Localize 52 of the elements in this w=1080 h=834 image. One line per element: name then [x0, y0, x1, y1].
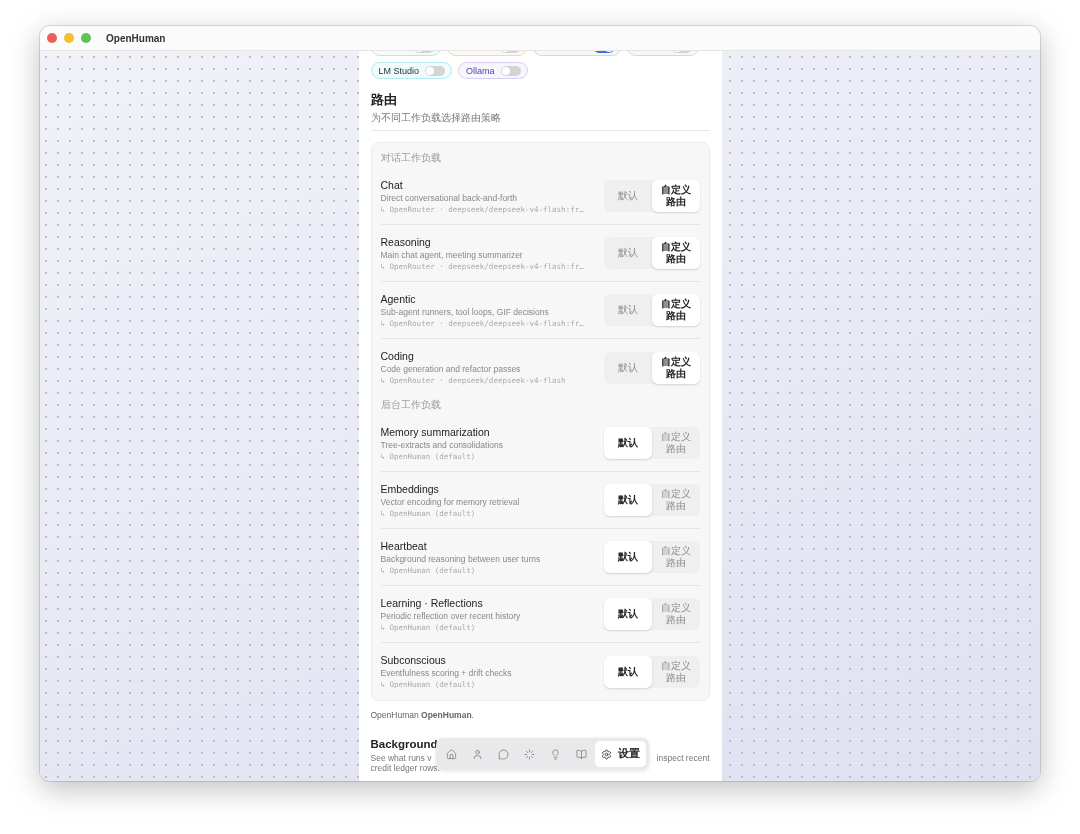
chat-bubble-icon [498, 748, 509, 760]
lightbulb-icon [550, 748, 561, 760]
route-mode-option[interactable]: 默认 [603, 598, 652, 630]
group-label: 对话工作负载 [380, 151, 442, 165]
route-mode-option[interactable]: 默认 [603, 484, 652, 516]
book-icon [576, 748, 587, 760]
section-subtitle: 为不同工作负载选择路由策略 [370, 111, 710, 131]
window-title: OpenHuman [106, 32, 166, 44]
workload-description: Direct conversational back-and-forth [380, 192, 519, 203]
workload-name: Subconscious [380, 654, 447, 666]
section-description: credit ledger rows. [370, 763, 440, 773]
routing-note: OpenHuman OpenHuman. [370, 710, 475, 720]
workload-name: Chat [380, 178, 404, 191]
workload-description: Sub-agent runners, tool loops, GIF decisions [380, 306, 550, 317]
provider-name: LM Studio [378, 65, 420, 76]
workload-name: Heartbeat [380, 539, 428, 552]
workload-name: Memory summarization [380, 425, 491, 438]
section-title: 路由 [370, 92, 398, 109]
workload-name: Learning · Reflections [380, 596, 484, 609]
route-mode-option[interactable]: 默认 [603, 655, 652, 688]
workload-name: Reasoning [380, 235, 432, 248]
settings-icon [601, 748, 612, 760]
route-mode-option[interactable]: 自定义路由 [651, 180, 700, 212]
close-button[interactable] [47, 33, 57, 43]
section-description: See what runs v [370, 753, 432, 763]
workload-description: Background reasoning between user turns [380, 553, 542, 564]
workload-description: Eventfulness scoring + drift checks [380, 668, 513, 678]
minimize-button[interactable] [64, 33, 74, 43]
workload-name: Agentic [380, 292, 417, 305]
route-mode-option[interactable]: 自定义路由 [651, 237, 700, 269]
user-icon [472, 748, 483, 760]
route-mode-option[interactable]: 默认 [603, 541, 652, 573]
workload-description: Code generation and refactor passes [380, 364, 522, 374]
toggle-switch[interactable] [425, 65, 446, 76]
zoom-button[interactable] [81, 33, 91, 43]
workload-description: Tree-extracts and consolidations [380, 439, 505, 450]
section-title: Background [370, 738, 438, 750]
workload-description: Vector encoding for memory retrieval [380, 496, 521, 507]
home-icon [446, 748, 457, 760]
workload-description: Main chat agent, meeting summarizer [380, 249, 524, 260]
section-description: inspect recent [656, 753, 710, 763]
route-mode-option[interactable]: 自定义路由 [651, 294, 700, 326]
loader-icon [524, 748, 535, 760]
provider-name: Ollama [466, 65, 495, 76]
route-mode-option[interactable]: 自定义路由 [651, 351, 700, 384]
workload-name: Coding [380, 350, 415, 362]
workload-description: Periodic reflection over recent history [380, 610, 522, 621]
workload-name: Embeddings [380, 482, 440, 495]
toggle-switch[interactable] [500, 65, 521, 76]
route-mode-option[interactable]: 默认 [603, 427, 652, 459]
group-label: 后台工作负载 [380, 398, 442, 412]
nav-button[interactable]: 设置 [595, 741, 646, 767]
